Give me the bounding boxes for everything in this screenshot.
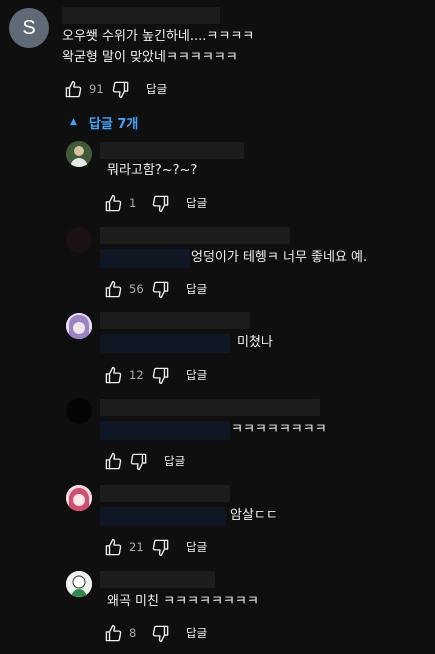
reply-text: ㅋㅋㅋㅋㅋㅋㅋㅋ (231, 422, 327, 437)
thumbs-down-icon[interactable] (151, 624, 170, 643)
like-count: 21 (129, 540, 144, 554)
mention-redacted[interactable] (100, 507, 226, 526)
reply-actions: 21 답글 (104, 537, 207, 557)
reply-text: 뭐라고함?~?~? (107, 163, 198, 178)
like-count: 1 (129, 196, 137, 210)
replies-toggle-label: 답글 7개 (88, 116, 139, 132)
author-name-redacted[interactable] (100, 571, 215, 588)
thumbs-up-icon[interactable] (104, 538, 123, 557)
reply-text: 미쳤나 (237, 335, 273, 350)
avatar[interactable] (66, 227, 92, 253)
like-count: 56 (129, 282, 144, 296)
reply-text: 엉덩이가 테헹ㅋ 너무 좋네요 예. (191, 250, 368, 265)
reply-actions: 1 답글 (104, 193, 207, 213)
reply-button[interactable]: 답글 (146, 81, 167, 97)
reply-actions: 56 답글 (104, 279, 207, 299)
avatar[interactable] (66, 313, 92, 339)
author-name-redacted[interactable] (62, 7, 220, 24)
avatar-letter: S (22, 16, 36, 39)
avatar[interactable] (66, 485, 92, 511)
author-name-redacted[interactable] (100, 485, 230, 502)
thumbs-down-icon[interactable] (151, 280, 170, 299)
like-count: 91 (89, 82, 104, 96)
author-name-redacted[interactable] (100, 399, 320, 416)
reply-actions: 답글 (104, 451, 185, 471)
reply-actions: 8 답글 (104, 623, 207, 643)
thumbs-down-icon[interactable] (111, 80, 130, 99)
comments-panel: S 오우쐣 수위가 높긴하네....ㅋㅋㅋㅋ 왁굳형 말이 맞았네ㅋㅋㅋㅋㅋㅋ … (0, 0, 435, 654)
reply-text: 왜곡 미친 ㅋㅋㅋㅋㅋㅋㅋㅋ (107, 594, 259, 609)
reply-button[interactable]: 답글 (186, 195, 207, 211)
thumbs-up-icon[interactable] (64, 80, 83, 99)
reply-actions: 12 답글 (104, 365, 207, 385)
thumbs-up-icon[interactable] (104, 366, 123, 385)
like-count: 8 (129, 626, 137, 640)
reply-button[interactable]: 답글 (186, 367, 207, 383)
comment-text-line-2: 왁굳형 말이 맞았네ㅋㅋㅋㅋㅋㅋ (62, 50, 238, 65)
like-count: 12 (129, 368, 144, 382)
mention-redacted[interactable] (100, 334, 230, 353)
avatar[interactable]: S (9, 8, 49, 48)
reply-button[interactable]: 답글 (186, 539, 207, 555)
thumbs-down-icon[interactable] (151, 194, 170, 213)
thumbs-up-icon[interactable] (104, 280, 123, 299)
replies-toggle[interactable]: ▲ 답글 7개 (70, 112, 138, 132)
avatar[interactable] (66, 398, 92, 424)
avatar[interactable] (66, 141, 92, 167)
author-name-redacted[interactable] (100, 142, 244, 159)
reply-button[interactable]: 답글 (186, 281, 207, 297)
comment-text-line-1: 오우쐣 수위가 높긴하네....ㅋㅋㅋㅋ (62, 29, 255, 44)
reply-button[interactable]: 답글 (186, 625, 207, 641)
author-name-redacted[interactable] (100, 227, 290, 244)
thumbs-down-icon[interactable] (129, 452, 148, 471)
thumbs-up-icon[interactable] (104, 452, 123, 471)
avatar[interactable] (66, 571, 92, 597)
reply-button[interactable]: 답글 (164, 453, 185, 469)
caret-up-icon: ▲ (70, 117, 77, 127)
thumbs-up-icon[interactable] (104, 624, 123, 643)
thumbs-up-icon[interactable] (104, 194, 123, 213)
author-name-redacted[interactable] (100, 312, 250, 329)
mention-redacted[interactable] (100, 421, 230, 440)
comment-actions: 91 답글 (64, 79, 167, 99)
thumbs-down-icon[interactable] (151, 538, 170, 557)
thumbs-down-icon[interactable] (151, 366, 170, 385)
reply-text: 암살ㄷㄷ (230, 508, 278, 523)
mention-redacted[interactable] (100, 249, 190, 268)
